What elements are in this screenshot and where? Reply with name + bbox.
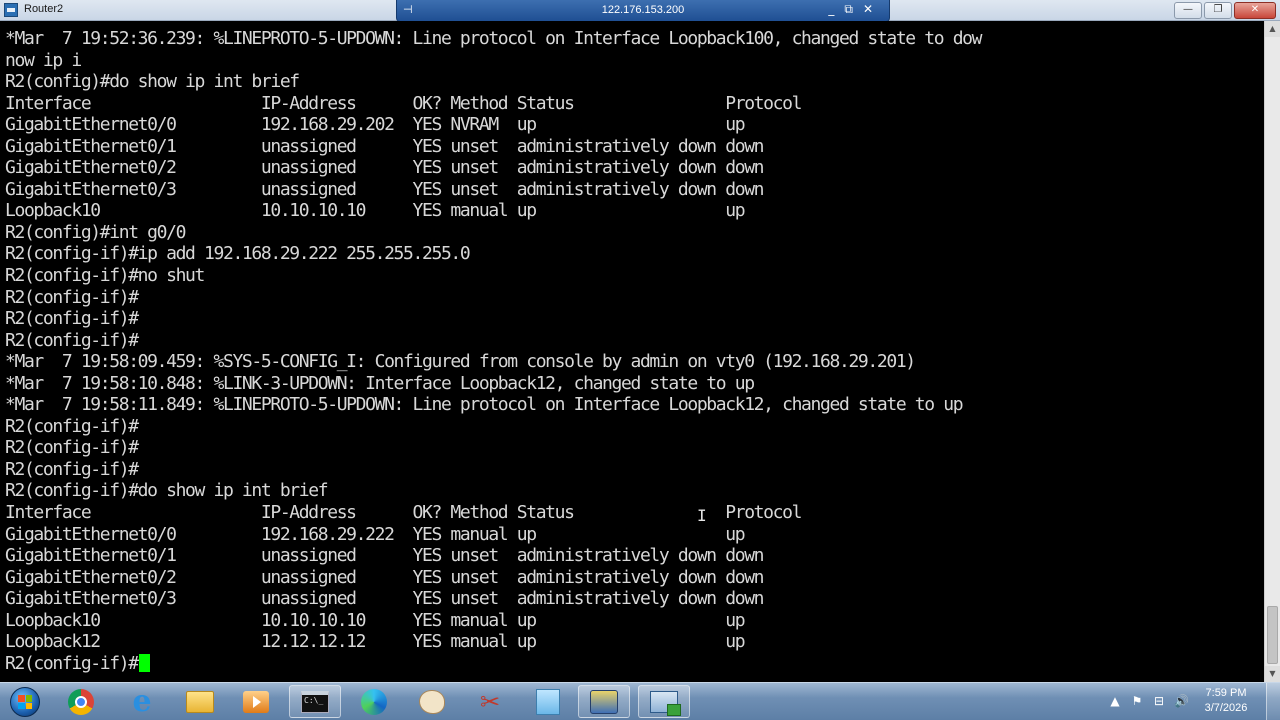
terminal-line: now ip i — [5, 49, 82, 71]
terminal-prompt: R2(config-if)# — [5, 652, 139, 674]
terminal-line: Interface IP-Address OK? Method Status P… — [5, 502, 802, 524]
scroll-down-arrow[interactable]: ▼ — [1265, 666, 1280, 682]
snipping-tool-icon: ✂ — [479, 687, 501, 716]
show-desktop-button[interactable] — [1266, 683, 1280, 720]
terminal-line: R2(config-if)# — [5, 286, 139, 308]
scroll-thumb[interactable] — [1267, 606, 1278, 664]
terminal-line: GigabitEthernet0/3 unassigned YES unset … — [5, 588, 765, 610]
taskbar-edge[interactable] — [348, 685, 400, 718]
network-tool-icon — [590, 689, 618, 714]
minimize-button[interactable]: — — [1174, 2, 1202, 19]
terminal-line: *Mar 7 19:52:36.239: %LINEPROTO-5-UPDOWN… — [5, 28, 982, 49]
terminal-line: Loopback12 12.12.12.12 YES manual up up — [5, 631, 746, 653]
taskbar-clock[interactable]: 7:59 PM 3/7/2026 — [1198, 686, 1254, 716]
terminal-line: GigabitEthernet0/0 192.168.29.202 YES NV… — [5, 114, 746, 136]
terminal-line: Interface IP-Address OK? Method Status P… — [5, 92, 802, 114]
terminal-line: R2(config-if)# — [5, 415, 139, 437]
edge-icon — [361, 688, 387, 715]
window-controls: — ❐ ✕ — [1174, 2, 1276, 19]
terminal-line: R2(config)#int g0/0 — [5, 221, 186, 243]
terminal-app-icon — [4, 3, 18, 17]
terminal-line: Loopback10 10.10.10.10 YES manual up up — [5, 609, 746, 631]
terminal-line: *Mar 7 19:58:09.459: %SYS-5-CONFIG_I: Co… — [5, 351, 916, 373]
notepad-icon — [536, 688, 560, 715]
window-title: Router2 — [24, 3, 64, 15]
terminal-cursor — [138, 653, 150, 672]
terminal-line: R2(config-if)#ip add 192.168.29.222 255.… — [5, 243, 471, 265]
start-button[interactable] — [4, 684, 46, 720]
taskbar-file-explorer[interactable] — [174, 685, 226, 718]
terminal-line: GigabitEthernet0/2 unassigned YES unset … — [5, 566, 765, 588]
windows-logo-icon — [18, 695, 32, 709]
internet-explorer-icon: e — [132, 683, 152, 719]
system-tray: ▲ ⚑ ⊟ 🔊 7:59 PM 3/7/2026 — [1108, 683, 1280, 720]
terminal-window[interactable]: *Mar 7 19:52:36.239: %LINEPROTO-5-UPDOWN… — [0, 21, 1264, 682]
remote-connection-bar: ⊣ 122.176.153.200 _ ⧉ ✕ — [396, 0, 890, 22]
terminal-line: *Mar 7 19:58:10.848: %LINK-3-UPDOWN: Int… — [5, 372, 755, 394]
terminal-line: R2(config-if)# — [5, 308, 139, 330]
taskbar-command-prompt[interactable]: C:\_ — [289, 685, 341, 718]
remote-close-button[interactable]: ✕ — [863, 2, 873, 17]
taskbar-internet-explorer[interactable]: e — [116, 685, 168, 718]
paint-icon — [419, 689, 445, 714]
volume-icon[interactable]: 🔊 — [1174, 695, 1189, 708]
chrome-icon — [68, 688, 94, 715]
taskbar-snipping-tool[interactable]: ✂ — [464, 685, 516, 718]
file-explorer-icon — [186, 690, 214, 713]
taskbar-chrome[interactable] — [55, 685, 107, 718]
scroll-up-arrow[interactable]: ▲ — [1265, 21, 1280, 37]
terminal-line: R2(config-if)# — [5, 458, 139, 480]
taskbar: e C:\_ ✂ ▲ ⚑ ⊟ 🔊 7:59 PM 3/7/2026 — [0, 682, 1280, 720]
taskbar-notepad[interactable] — [522, 685, 574, 718]
remote-desktop-icon — [650, 690, 681, 716]
remote-minimize-button[interactable]: _ — [828, 2, 834, 17]
restore-button[interactable]: ❐ — [1204, 2, 1232, 19]
text-cursor-ibeam-icon: I — [697, 506, 707, 525]
taskbar-network-tool[interactable] — [578, 685, 630, 718]
show-hidden-icons-icon[interactable]: ▲ — [1108, 695, 1122, 708]
remote-restore-button[interactable]: ⧉ — [844, 2, 853, 17]
command-prompt-icon: C:\_ — [301, 690, 329, 713]
terminal-output: *Mar 7 19:52:36.239: %LINEPROTO-5-UPDOWN… — [5, 28, 982, 675]
terminal-line: GigabitEthernet0/3 unassigned YES unset … — [5, 178, 765, 200]
terminal-line: R2(config-if)#do show ip int brief — [5, 480, 329, 502]
terminal-line: R2(config-if)# — [5, 437, 139, 459]
action-center-flag-icon[interactable]: ⚑ — [1130, 695, 1144, 708]
network-icon[interactable]: ⊟ — [1152, 695, 1166, 708]
remote-host-address: 122.176.153.200 — [601, 4, 685, 16]
terminal-line: Loopback10 10.10.10.10 YES manual up up — [5, 200, 746, 222]
taskbar-media-player[interactable] — [230, 685, 282, 718]
terminal-line: R2(config-if)# — [5, 329, 139, 351]
terminal-line: GigabitEthernet0/1 unassigned YES unset … — [5, 135, 765, 157]
terminal-line: GigabitEthernet0/0 192.168.29.222 YES ma… — [5, 523, 746, 545]
terminal-line: GigabitEthernet0/2 unassigned YES unset … — [5, 157, 765, 179]
clock-time: 7:59 PM — [1205, 687, 1247, 699]
media-player-icon — [243, 690, 269, 713]
terminal-line: GigabitEthernet0/1 unassigned YES unset … — [5, 545, 765, 567]
clock-date: 3/7/2026 — [1204, 702, 1248, 714]
remote-bar-controls: _ ⧉ ✕ — [828, 2, 873, 17]
terminal-line: *Mar 7 19:58:11.849: %LINEPROTO-5-UPDOWN… — [5, 394, 964, 416]
terminal-scrollbar[interactable]: ▲ ▼ — [1264, 21, 1280, 682]
terminal-line: R2(config)#do show ip int brief — [5, 71, 300, 93]
taskbar-remote-desktop[interactable] — [638, 685, 690, 718]
taskbar-paint[interactable] — [406, 685, 458, 718]
terminal-prompt-line[interactable]: R2(config-if)# — [5, 653, 981, 675]
terminal-line: R2(config-if)#no shut — [5, 265, 205, 287]
close-button[interactable]: ✕ — [1234, 2, 1276, 19]
